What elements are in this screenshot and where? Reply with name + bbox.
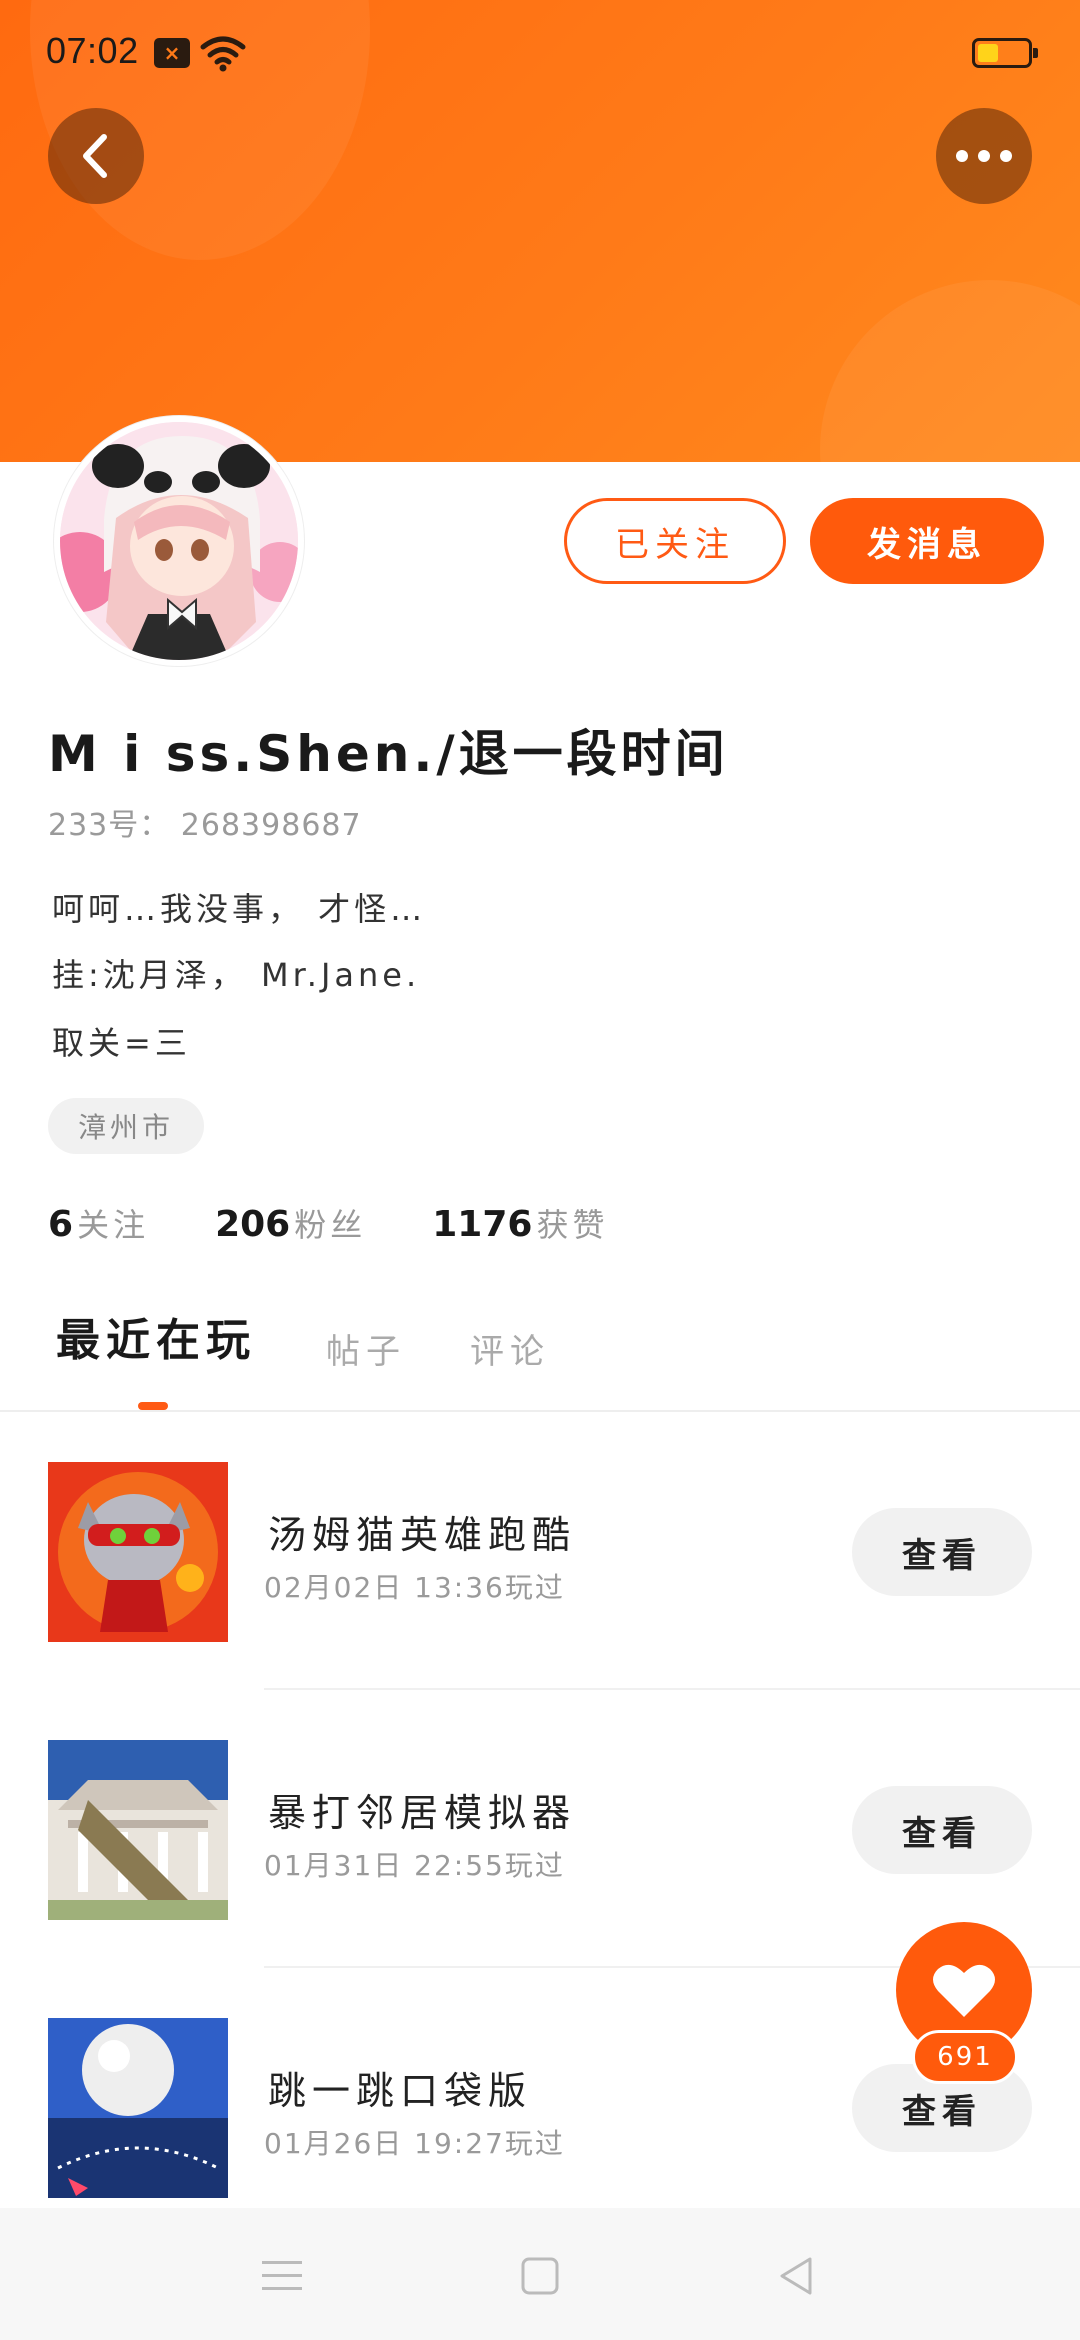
stat-fans-label: 粉丝 bbox=[294, 1206, 367, 1244]
status-bar: 07:02 × bbox=[0, 0, 1080, 110]
stat-following[interactable]: 6 关注 bbox=[48, 1200, 149, 1246]
back-arrow-icon bbox=[83, 134, 107, 178]
stat-fans-count: 206 bbox=[215, 1204, 291, 1245]
stat-following-label: 关注 bbox=[77, 1206, 150, 1244]
bio-line: 取关=三 bbox=[52, 1024, 191, 1062]
send-message-button[interactable]: 发消息 bbox=[810, 498, 1044, 584]
view-game-button[interactable]: 查看 bbox=[852, 1786, 1032, 1874]
username: M i ss.Shen./退一段时间 bbox=[48, 725, 729, 783]
game-icon bbox=[48, 1740, 228, 1920]
profile-tabs: 最近在玩 帖子 评论 bbox=[0, 1310, 1080, 1412]
heart-icon bbox=[933, 1964, 995, 2017]
game-icon bbox=[48, 1462, 228, 1642]
tab-recent-games[interactable]: 最近在玩 bbox=[56, 1304, 256, 1368]
row-divider bbox=[264, 1688, 1080, 1690]
tab-indicator bbox=[138, 1402, 168, 1410]
game-title: 汤姆猫英雄跑酷 bbox=[268, 1513, 577, 1557]
game-title: 跳一跳口袋版 bbox=[268, 2069, 533, 2113]
game-icon bbox=[48, 2018, 228, 2198]
stat-likes-count: 1176 bbox=[432, 1204, 533, 1245]
view-game-button[interactable]: 查看 bbox=[852, 1508, 1032, 1596]
bio-line: 挂:沈月泽， Mr.Jane. bbox=[52, 956, 421, 994]
battery-icon bbox=[972, 38, 1038, 68]
bio-line: 呵呵…我没事， 才怪… bbox=[52, 890, 427, 928]
back-button[interactable] bbox=[48, 108, 144, 204]
game-title: 暴打邻居模拟器 bbox=[268, 1791, 577, 1835]
like-count-badge: 691 bbox=[912, 2030, 1018, 2084]
profile-stats: 6 关注 206 粉丝 1176 获赞 bbox=[48, 1200, 608, 1246]
more-button[interactable] bbox=[936, 108, 1032, 204]
system-nav-bar bbox=[0, 2208, 1080, 2340]
home-nav-button[interactable] bbox=[510, 2246, 570, 2306]
avatar[interactable] bbox=[54, 416, 304, 666]
user-id: 233号： 268398687 bbox=[48, 808, 362, 843]
stat-likes[interactable]: 1176 获赞 bbox=[432, 1200, 608, 1246]
tab-comments[interactable]: 评论 bbox=[470, 1324, 550, 1373]
tab-posts[interactable]: 帖子 bbox=[326, 1324, 406, 1373]
menu-icon bbox=[262, 2261, 302, 2290]
back-triangle-icon bbox=[780, 2257, 812, 2295]
wifi-icon bbox=[200, 36, 246, 72]
game-row[interactable]: 汤姆猫英雄跑酷 02月02日 13:36玩过 查看 bbox=[0, 1462, 1080, 1740]
game-played-time: 01月31日 22:55玩过 bbox=[264, 1849, 565, 1882]
location-tag: 漳州市 bbox=[48, 1098, 204, 1154]
stat-following-count: 6 bbox=[48, 1204, 74, 1245]
game-played-time: 01月26日 19:27玩过 bbox=[264, 2127, 565, 2160]
stat-likes-label: 获赞 bbox=[536, 1206, 609, 1244]
menu-nav-button[interactable] bbox=[252, 2246, 312, 2306]
stat-fans[interactable]: 206 粉丝 bbox=[215, 1200, 366, 1246]
more-dots-icon bbox=[956, 150, 1012, 162]
following-button[interactable]: 已关注 bbox=[564, 498, 786, 584]
status-time: 07:02 bbox=[46, 30, 139, 71]
home-square-icon bbox=[521, 2257, 559, 2295]
game-played-time: 02月02日 13:36玩过 bbox=[264, 1571, 565, 1604]
back-nav-button[interactable] bbox=[766, 2246, 826, 2306]
avatar-image bbox=[60, 422, 298, 660]
notification-icon: × bbox=[154, 38, 190, 68]
